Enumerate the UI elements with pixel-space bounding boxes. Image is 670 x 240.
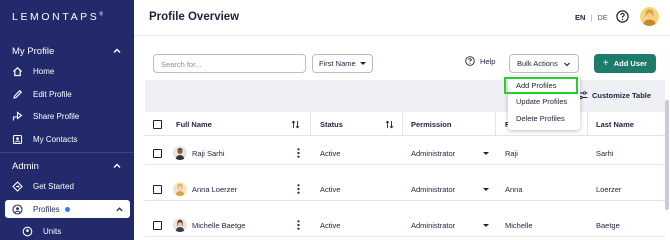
last-name: Baetge — [596, 220, 620, 230]
chevron-up-icon — [113, 48, 121, 53]
sidebar-item-edit-profile[interactable]: Edit Profile — [12, 85, 127, 103]
filter-select[interactable]: First Name — [312, 54, 373, 73]
section-title: Admin — [12, 160, 39, 172]
profiles-icon — [12, 203, 23, 215]
column-header-full-name[interactable]: Full Name — [176, 112, 212, 136]
caret-down-icon[interactable] — [483, 187, 489, 191]
add-user-button[interactable]: + Add User — [594, 54, 656, 73]
contacts-icon — [12, 134, 23, 145]
chevron-up-icon — [113, 163, 121, 168]
full-name: Michelle Baetge — [192, 220, 246, 230]
user-avatar[interactable] — [640, 7, 659, 26]
diamond-icon — [12, 180, 23, 192]
caret-down-icon[interactable] — [483, 151, 489, 155]
caret-down-icon[interactable] — [483, 223, 489, 227]
sidebar-item-share-profile[interactable]: Share Profile — [12, 107, 127, 125]
permission-select[interactable]: Administrator — [411, 213, 455, 237]
full-name: Raji Sarhi — [192, 148, 225, 158]
chevron-up-icon — [116, 206, 123, 211]
highlight-outline — [504, 77, 578, 94]
top-header: Profile Overview EN | DE — [134, 0, 670, 36]
table-options-bar: Customize Table — [145, 80, 665, 112]
lang-en[interactable]: EN — [575, 13, 585, 22]
status: Active — [320, 148, 341, 158]
row-checkbox[interactable] — [153, 148, 162, 158]
sidebar-item-get-started[interactable]: Get Started — [12, 177, 127, 195]
avatar — [173, 218, 187, 232]
units-icon — [22, 226, 33, 237]
logo: LEMONTAPS® — [12, 11, 104, 23]
table-toolbar: Search for... First Name Help Bulk Actio… — [145, 46, 665, 80]
caret-down-icon — [360, 62, 366, 65]
sidebar-item-profiles[interactable]: Profiles — [5, 200, 130, 218]
column-header-permission[interactable]: Permission — [411, 112, 451, 136]
last-name: Sarhi — [596, 148, 614, 158]
table-header-row: Full Name Status Permission F Last Name — [145, 112, 665, 136]
last-name: Loerzer — [596, 184, 622, 194]
select-all-checkbox[interactable] — [153, 119, 162, 129]
menu-item-update-profiles[interactable]: Update Profiles — [516, 97, 567, 106]
sort-icon[interactable] — [385, 120, 394, 129]
help-button[interactable]: Help — [465, 56, 495, 66]
chevron-down-icon — [564, 62, 570, 66]
row-checkbox[interactable] — [153, 220, 162, 230]
lang-de[interactable]: DE — [597, 13, 607, 22]
vertical-scrollbar[interactable] — [665, 100, 669, 210]
more-options-icon[interactable] — [297, 220, 300, 230]
table-row[interactable]: Michelle Baetge Active Administrator Mic… — [145, 213, 665, 237]
row-checkbox[interactable] — [153, 184, 162, 194]
column-header-last-name[interactable]: Last Name — [596, 112, 634, 136]
permission-select[interactable]: Administrator — [411, 141, 455, 165]
help-circle-icon — [465, 56, 475, 66]
first-name: Raji — [505, 148, 518, 158]
section-my-profile[interactable]: My Profile — [12, 44, 122, 58]
page-title: Profile Overview — [149, 11, 240, 23]
table-row[interactable]: Raji Sarhi Active Administrator Raji Sar… — [145, 141, 665, 165]
permission-select[interactable]: Administrator — [411, 177, 455, 201]
lang-separator: | — [590, 13, 593, 22]
status: Active — [320, 220, 341, 230]
pencil-icon — [12, 89, 23, 100]
column-header-status[interactable]: Status — [320, 112, 343, 136]
first-name: Michelle — [505, 220, 533, 230]
table-row[interactable]: Anna Loerzer Active Administrator Anna L… — [145, 177, 665, 201]
home-icon — [12, 66, 23, 77]
avatar — [173, 146, 187, 160]
sidebar-item-my-contacts[interactable]: My Contacts — [12, 130, 127, 148]
status-dot — [64, 206, 70, 212]
sort-icon[interactable] — [291, 120, 300, 129]
first-name: Anna — [505, 184, 523, 194]
sidebar-divider — [0, 152, 134, 153]
sidebar-item-home[interactable]: Home — [12, 62, 127, 80]
share-icon — [12, 110, 23, 122]
avatar — [173, 182, 187, 196]
search-input[interactable]: Search for... — [153, 54, 306, 73]
more-options-icon[interactable] — [297, 148, 300, 158]
customize-table-button[interactable]: Customize Table — [578, 91, 651, 100]
menu-item-delete-profiles[interactable]: Delete Profiles — [516, 114, 565, 123]
sidebar-item-units[interactable]: Units — [22, 222, 137, 240]
more-options-icon[interactable] — [297, 184, 300, 194]
language-switcher: EN | DE — [575, 13, 608, 22]
bulk-actions-button[interactable]: Bulk Actions — [509, 54, 579, 73]
section-admin[interactable]: Admin — [12, 159, 122, 173]
help-circle-icon[interactable] — [616, 10, 629, 23]
full-name: Anna Loerzer — [192, 184, 238, 194]
plus-icon: + — [602, 58, 609, 69]
sidebar: LEMONTAPS® My Profile Home Edit Profile … — [0, 0, 134, 240]
section-title: My Profile — [12, 45, 55, 57]
status: Active — [320, 184, 341, 194]
